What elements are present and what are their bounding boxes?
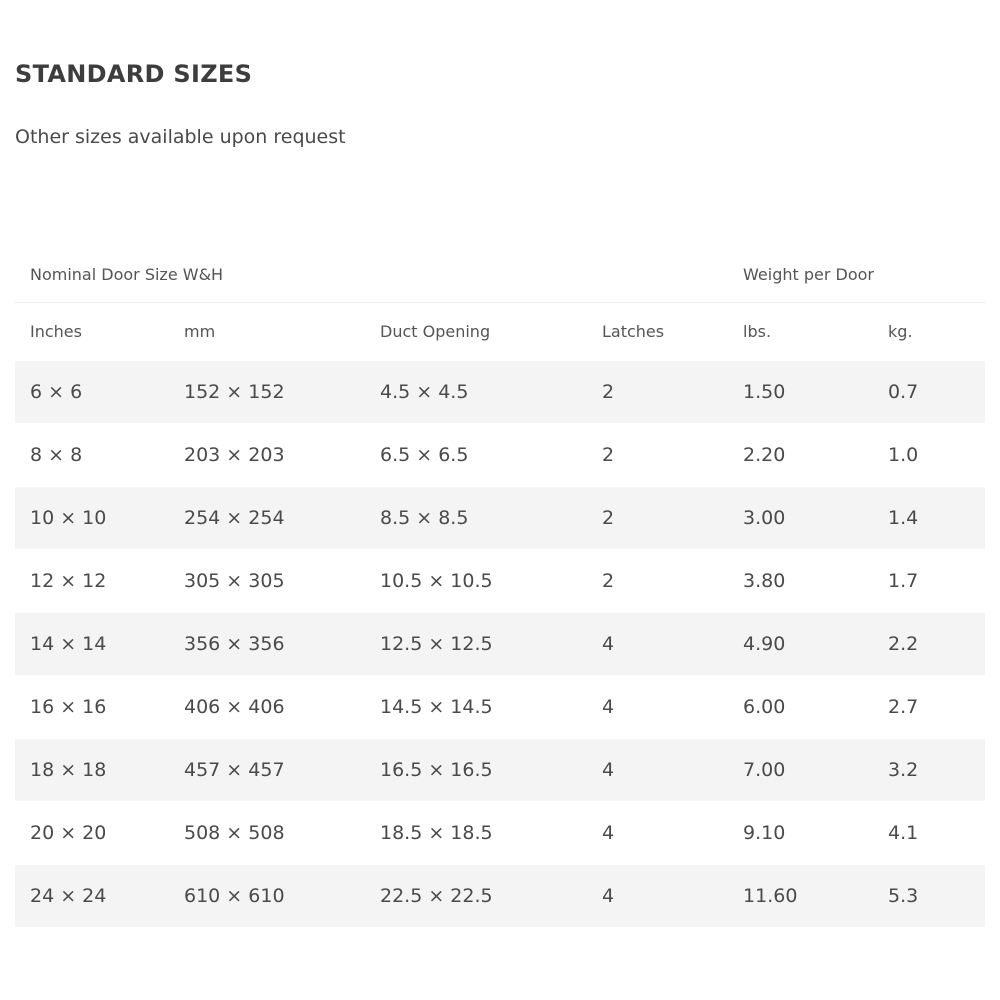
cell-duct-opening: 8.5 × 8.5 xyxy=(365,486,587,550)
cell-mm: 356 × 356 xyxy=(169,612,365,676)
cell-lbs: 11.60 xyxy=(728,864,874,927)
cell-lbs: 9.10 xyxy=(728,801,874,865)
cell-inches: 14 × 14 xyxy=(15,612,169,676)
cell-mm: 152 × 152 xyxy=(169,360,365,424)
cell-latches: 2 xyxy=(587,360,729,424)
cell-inches: 18 × 18 xyxy=(15,738,169,802)
cell-inches: 8 × 8 xyxy=(15,423,169,487)
cell-lbs: 6.00 xyxy=(728,675,874,739)
cell-mm: 457 × 457 xyxy=(169,738,365,802)
cell-lbs: 4.90 xyxy=(728,612,874,676)
table-row: 6 × 6 152 × 152 4.5 × 4.5 2 1.50 0.7 xyxy=(15,360,986,424)
column-header-row: Inches mm Duct Opening Latches lbs. kg. xyxy=(15,303,985,361)
table-row: 8 × 8 203 × 203 6.5 × 6.5 2 2.20 1.0 xyxy=(15,423,986,487)
cell-mm: 203 × 203 xyxy=(169,423,365,487)
cell-inches: 16 × 16 xyxy=(15,675,169,739)
page: STANDARD SIZES Other sizes available upo… xyxy=(0,0,1000,1000)
cell-kg: 3.2 xyxy=(873,738,986,802)
cell-latches: 4 xyxy=(587,864,729,927)
column-header-inches: Inches xyxy=(30,322,82,341)
cell-duct-opening: 12.5 × 12.5 xyxy=(365,612,587,676)
cell-duct-opening: 16.5 × 16.5 xyxy=(365,738,587,802)
cell-latches: 4 xyxy=(587,738,729,802)
cell-kg: 1.7 xyxy=(873,549,986,613)
group-header-nominal-door-size: Nominal Door Size W&H xyxy=(15,246,729,303)
table-row: 14 × 14 356 × 356 12.5 × 12.5 4 4.90 2.2 xyxy=(15,612,986,676)
cell-duct-opening: 18.5 × 18.5 xyxy=(365,801,587,865)
cell-mm: 406 × 406 xyxy=(169,675,365,739)
group-header-weight-per-door: Weight per Door xyxy=(728,246,986,303)
cell-inches: 10 × 10 xyxy=(15,486,169,550)
table-row: 18 × 18 457 × 457 16.5 × 16.5 4 7.00 3.2 xyxy=(15,738,986,802)
table-row: 24 × 24 610 × 610 22.5 × 22.5 4 11.60 5.3 xyxy=(15,864,986,927)
table-row: 12 × 12 305 × 305 10.5 × 10.5 2 3.80 1.7 xyxy=(15,549,986,613)
cell-kg: 2.7 xyxy=(873,675,986,739)
cell-lbs: 2.20 xyxy=(728,423,874,487)
cell-duct-opening: 10.5 × 10.5 xyxy=(365,549,587,613)
cell-kg: 4.1 xyxy=(873,801,986,865)
cell-kg: 2.2 xyxy=(873,612,986,676)
column-header-duct-opening: Duct Opening xyxy=(380,322,491,341)
cell-duct-opening: 14.5 × 14.5 xyxy=(365,675,587,739)
cell-kg: 0.7 xyxy=(873,360,986,424)
group-header-row: Nominal Door Size W&H Weight per Door xyxy=(15,246,986,303)
cell-mm: 254 × 254 xyxy=(169,486,365,550)
standard-sizes-table: Nominal Door Size W&H Weight per Door In… xyxy=(15,246,986,927)
page-subtitle: Other sizes available upon request xyxy=(15,126,346,148)
cell-inches: 20 × 20 xyxy=(15,801,169,865)
cell-mm: 508 × 508 xyxy=(169,801,365,865)
cell-latches: 2 xyxy=(587,486,729,550)
table-row: 20 × 20 508 × 508 18.5 × 18.5 4 9.10 4.1 xyxy=(15,801,986,865)
column-header-kg: kg. xyxy=(888,322,913,341)
column-header-lbs: lbs. xyxy=(743,322,772,341)
column-header-latches: Latches xyxy=(602,322,665,341)
cell-inches: 6 × 6 xyxy=(15,360,169,424)
cell-duct-opening: 4.5 × 4.5 xyxy=(365,360,587,424)
column-header-mm: mm xyxy=(184,322,216,341)
cell-kg: 1.4 xyxy=(873,486,986,550)
cell-kg: 5.3 xyxy=(873,864,986,927)
page-title: STANDARD SIZES xyxy=(15,60,253,88)
cell-lbs: 3.00 xyxy=(728,486,874,550)
cell-latches: 2 xyxy=(587,549,729,613)
table-row: 16 × 16 406 × 406 14.5 × 14.5 4 6.00 2.7 xyxy=(15,675,986,739)
table-body: 6 × 6 152 × 152 4.5 × 4.5 2 1.50 0.7 8 × 8 203 … xyxy=(15,360,986,927)
cell-latches: 2 xyxy=(587,423,729,487)
cell-duct-opening: 22.5 × 22.5 xyxy=(365,864,587,927)
cell-inches: 24 × 24 xyxy=(15,864,169,927)
cell-duct-opening: 6.5 × 6.5 xyxy=(365,423,587,487)
cell-inches: 12 × 12 xyxy=(15,549,169,613)
table-row: 10 × 10 254 × 254 8.5 × 8.5 2 3.00 1.4 xyxy=(15,486,986,550)
cell-lbs: 3.80 xyxy=(728,549,874,613)
cell-mm: 305 × 305 xyxy=(169,549,365,613)
cell-mm: 610 × 610 xyxy=(169,864,365,927)
cell-kg: 1.0 xyxy=(873,423,986,487)
cell-latches: 4 xyxy=(587,801,729,865)
cell-lbs: 7.00 xyxy=(728,738,874,802)
cell-latches: 4 xyxy=(587,675,729,739)
cell-latches: 4 xyxy=(587,612,729,676)
cell-lbs: 1.50 xyxy=(728,360,874,424)
